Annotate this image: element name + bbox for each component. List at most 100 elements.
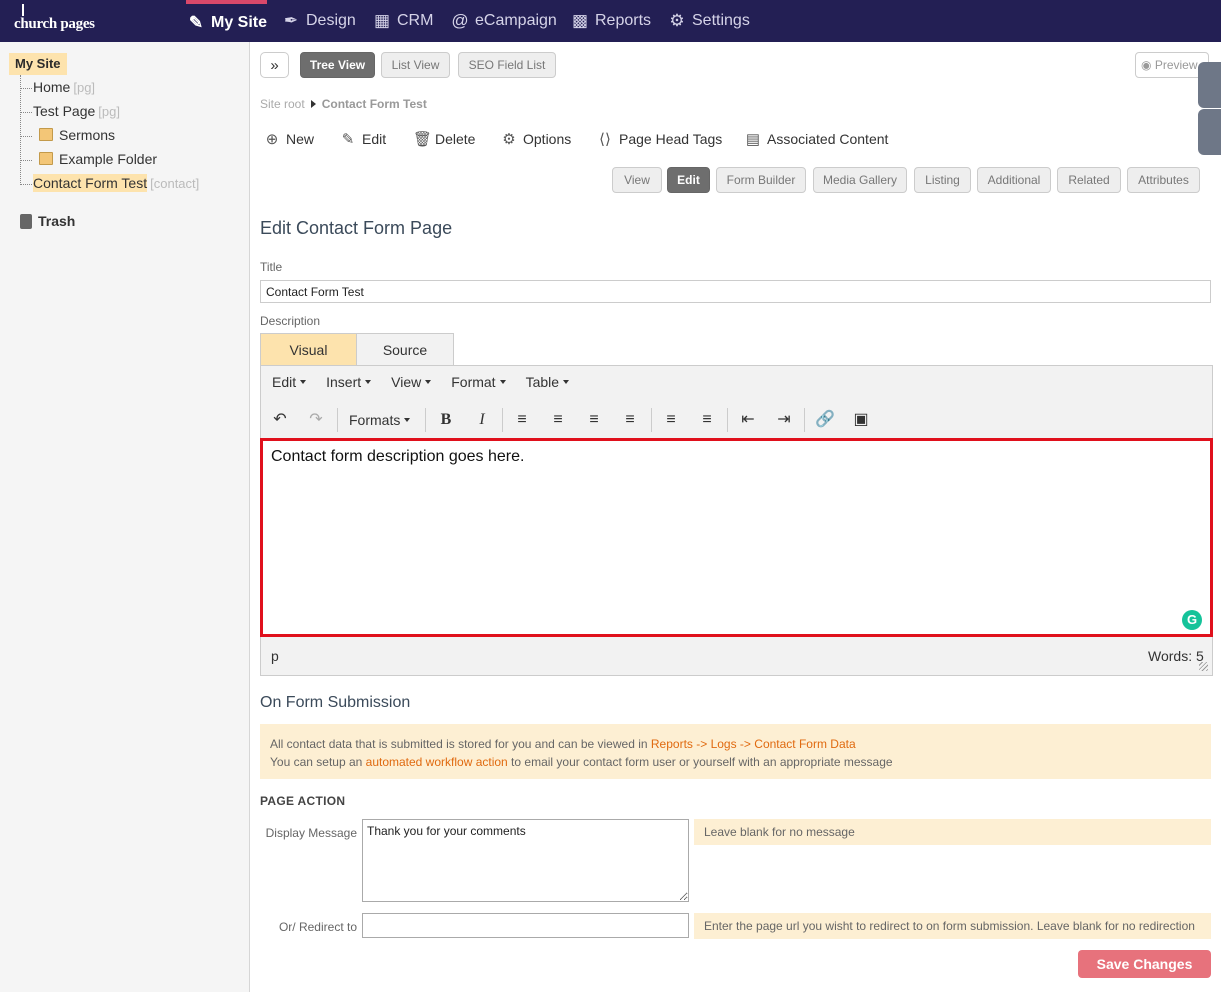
side-panel-page-tab[interactable] xyxy=(1198,109,1221,155)
breadcrumb-root[interactable]: Site root xyxy=(260,97,305,111)
form-submission-heading: On Form Submission xyxy=(260,694,411,711)
sidebar-item-home[interactable]: Home [pg] xyxy=(33,77,95,97)
tree-connector xyxy=(20,88,32,89)
editor-menu-edit[interactable]: Edit xyxy=(272,374,307,390)
display-message-hint: Leave blank for no message xyxy=(694,819,1211,845)
tab-attributes[interactable]: Attributes xyxy=(1127,167,1200,193)
nav-design[interactable]: ✒ Design xyxy=(281,0,356,42)
contact-card-icon: ▦ xyxy=(373,11,391,30)
caret-down-icon xyxy=(404,418,411,422)
undo-icon[interactable]: ↶ xyxy=(270,410,290,430)
sidebar-trash[interactable]: Trash xyxy=(20,213,75,229)
tab-listing[interactable]: Listing xyxy=(914,167,971,193)
outdent-icon[interactable]: ⇤ xyxy=(738,410,758,430)
title-input[interactable] xyxy=(260,280,1211,303)
contact-form-data-link[interactable]: Reports -> Logs -> Contact Form Data xyxy=(651,737,856,751)
editor-content-text[interactable]: Contact form description goes here. xyxy=(271,448,524,466)
editor-element-path[interactable]: p xyxy=(271,648,279,664)
nav-ecampaign[interactable]: @ eCampaign xyxy=(450,0,556,42)
editor-menu-format[interactable]: Format xyxy=(451,374,506,390)
align-left-icon[interactable]: ≡ xyxy=(512,410,532,430)
align-center-icon[interactable]: ≡ xyxy=(548,410,568,430)
edit-action-label: Edit xyxy=(362,131,387,147)
folder-icon xyxy=(39,152,53,165)
notice-line-2: You can setup an automated workflow acti… xyxy=(270,753,1201,771)
toolbar-divider xyxy=(804,408,805,432)
new-action[interactable]: ⊕ New xyxy=(264,130,314,148)
tab-additional[interactable]: Additional xyxy=(977,167,1051,193)
options-action[interactable]: ⚙ Options xyxy=(501,130,571,148)
image-icon[interactable]: ▣ xyxy=(851,410,871,430)
page-head-tags-action[interactable]: ⟨⟩ Page Head Tags xyxy=(597,130,722,148)
page-type-tag: [pg] xyxy=(98,104,120,119)
display-message-textarea[interactable]: Thank you for your comments xyxy=(362,819,689,902)
redo-icon[interactable]: ↷ xyxy=(306,410,326,430)
formats-label: Formats xyxy=(349,412,401,428)
seo-field-list-button[interactable]: SEO Field List xyxy=(458,52,556,78)
italic-icon[interactable]: I xyxy=(472,410,492,430)
sidebar-item-label: Contact Form Test xyxy=(33,174,148,192)
sidebar-item-example-folder[interactable]: Example Folder xyxy=(59,149,157,169)
redirect-url-input[interactable] xyxy=(362,913,689,938)
steeple-icon xyxy=(22,4,24,16)
tree-connector xyxy=(20,136,32,137)
tab-source[interactable]: Source xyxy=(356,333,454,366)
indent-icon[interactable]: ⇥ xyxy=(774,410,794,430)
tab-form-builder[interactable]: Form Builder xyxy=(716,167,806,193)
menu-label: Edit xyxy=(272,374,297,390)
align-right-icon[interactable]: ≡ xyxy=(584,410,604,430)
nav-crm[interactable]: ▦ CRM xyxy=(372,0,433,42)
editor-content-area[interactable] xyxy=(260,438,1213,637)
list-view-button[interactable]: List View xyxy=(381,52,450,78)
editor-menu-insert[interactable]: Insert xyxy=(326,374,372,390)
eye-icon: ◉ xyxy=(1141,58,1152,72)
workflow-action-link[interactable]: automated workflow action xyxy=(366,755,508,769)
tab-view[interactable]: View xyxy=(612,167,662,193)
grammarly-icon[interactable]: G xyxy=(1182,610,1202,630)
tree-connector xyxy=(20,75,21,183)
description-label: Description xyxy=(260,314,321,328)
save-changes-button[interactable]: Save Changes xyxy=(1078,950,1211,978)
nav-settings[interactable]: ⚙ Settings xyxy=(667,0,749,42)
associated-content-action[interactable]: ▤ Associated Content xyxy=(745,130,889,148)
tab-media-gallery[interactable]: Media Gallery xyxy=(813,167,907,193)
church-pages-logo[interactable]: church pages xyxy=(14,4,95,33)
delete-action[interactable]: 🗑 Delete xyxy=(413,130,475,148)
display-message-label: Display Message xyxy=(265,826,357,840)
editor-menu-view[interactable]: View xyxy=(391,374,432,390)
logo-text: church pages xyxy=(14,16,95,32)
nav-my-site-label: My Site xyxy=(211,14,268,31)
folder-icon xyxy=(39,128,53,141)
formats-dropdown[interactable]: Formats xyxy=(349,410,415,430)
numbered-list-icon[interactable]: ≡ xyxy=(697,410,717,430)
expand-sidebar-button[interactable]: » xyxy=(260,52,289,78)
sidebar-item-sermons[interactable]: Sermons xyxy=(59,125,115,145)
nav-my-site[interactable]: ✎ My Site xyxy=(186,0,268,42)
page-type-tag: [contact] xyxy=(150,176,200,191)
resize-handle-icon[interactable] xyxy=(1199,662,1208,671)
code-icon: ⟨⟩ xyxy=(599,131,611,148)
title-label: Title xyxy=(260,260,283,274)
breadcrumb-current: Contact Form Test xyxy=(321,97,427,111)
tab-visual[interactable]: Visual xyxy=(260,333,357,366)
align-justify-icon[interactable]: ≡ xyxy=(620,410,640,430)
sidebar-item-contact-form-test[interactable]: Contact Form Test [contact] xyxy=(33,173,199,193)
caret-down-icon xyxy=(499,380,506,384)
tab-edit[interactable]: Edit xyxy=(667,167,710,193)
tree-view-button[interactable]: Tree View xyxy=(300,52,375,78)
bold-icon[interactable]: B xyxy=(436,410,456,430)
sidebar-item-test-page[interactable]: Test Page [pg] xyxy=(33,101,120,121)
toolbar-divider xyxy=(425,408,426,432)
tab-related[interactable]: Related xyxy=(1057,167,1121,193)
bullet-list-icon[interactable]: ≡ xyxy=(661,410,681,430)
page-action-heading: PAGE ACTION xyxy=(260,794,346,808)
link-icon[interactable]: 🔗 xyxy=(815,410,835,430)
tree-root-my-site[interactable]: My Site xyxy=(9,53,67,75)
list-box-icon: ▤ xyxy=(745,131,761,148)
editor-menu-table[interactable]: Table xyxy=(526,374,570,390)
edit-action[interactable]: ✎ Edit xyxy=(340,130,386,148)
nav-reports[interactable]: ▩ Reports xyxy=(570,0,651,42)
bar-chart-icon: ▩ xyxy=(571,11,589,30)
side-panel-contact-tab[interactable] xyxy=(1198,62,1221,108)
pencil-icon: ✎ xyxy=(341,131,355,148)
